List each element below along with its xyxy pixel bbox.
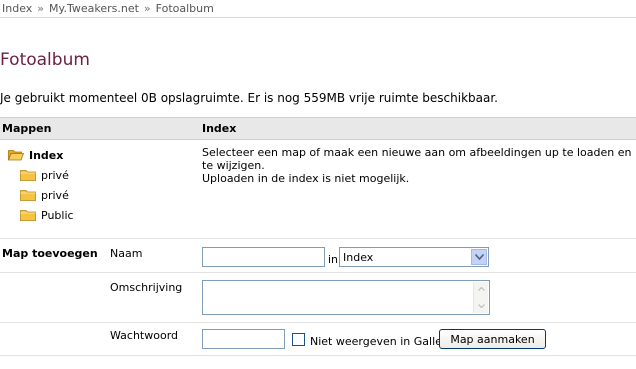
table-header: Mappen Index [0, 117, 636, 140]
section-divider [0, 238, 636, 239]
folder-name-input[interactable] [202, 247, 325, 267]
folder-item[interactable]: privé [20, 187, 69, 203]
parent-folder-value: Index [343, 251, 374, 264]
folder-label: privé [41, 188, 69, 202]
storage-usage-text: Je gebruikt momenteel 0B opslagruimte. E… [0, 91, 498, 105]
info-line: Uploaden in de index is niet mogelijk. [202, 172, 410, 185]
parent-folder-select[interactable]: Index [339, 247, 489, 267]
row-divider [0, 322, 636, 323]
breadcrumb-divider [0, 17, 636, 18]
in-label: in [328, 253, 339, 266]
breadcrumb-link-mytweakers[interactable]: My.Tweakers.net [49, 2, 139, 15]
scroll-down-icon[interactable] [474, 299, 488, 313]
password-label: Wachtwoord [110, 329, 179, 342]
folder-icon [20, 209, 36, 221]
breadcrumb-current: Fotoalbum [155, 2, 214, 15]
description-label: Omschrijving [110, 281, 183, 294]
description-textarea[interactable] [202, 280, 490, 315]
chevron-down-icon[interactable] [471, 249, 487, 265]
folder-label: Index [29, 148, 64, 162]
folder-open-icon [7, 149, 25, 161]
header-index: Index [202, 122, 237, 135]
name-label: Naam [110, 247, 143, 260]
breadcrumb-separator: » [37, 2, 45, 15]
row-divider [0, 355, 636, 356]
folder-item[interactable]: Public [20, 207, 74, 223]
textarea-scrollbar[interactable] [473, 282, 488, 313]
hide-in-gallery-label[interactable]: Niet weergeven in Gallery [310, 335, 453, 348]
password-input[interactable] [202, 329, 285, 349]
scroll-up-icon[interactable] [474, 282, 488, 296]
breadcrumb-separator: » [143, 2, 151, 15]
folder-icon [20, 189, 36, 201]
breadcrumb-link-index[interactable]: Index [2, 2, 32, 15]
header-mappen: Mappen [2, 122, 52, 135]
page-title: Fotoalbum [0, 50, 90, 70]
folder-item[interactable]: privé [20, 167, 69, 183]
folder-label: privé [41, 168, 69, 182]
row-divider [0, 272, 636, 273]
create-folder-button[interactable]: Map aanmaken [439, 329, 546, 349]
folder-item-index[interactable]: Index [7, 147, 64, 163]
info-line: Selecteer een map of maak een nieuwe aan… [202, 146, 632, 172]
index-info-text: Selecteer een map of maak een nieuwe aan… [202, 146, 636, 185]
breadcrumb: Index » My.Tweakers.net » Fotoalbum [2, 2, 214, 16]
folder-label: Public [41, 208, 74, 222]
add-folder-section-label: Map toevoegen [2, 247, 98, 260]
hide-in-gallery-checkbox[interactable] [292, 333, 305, 346]
folder-icon [20, 169, 36, 181]
